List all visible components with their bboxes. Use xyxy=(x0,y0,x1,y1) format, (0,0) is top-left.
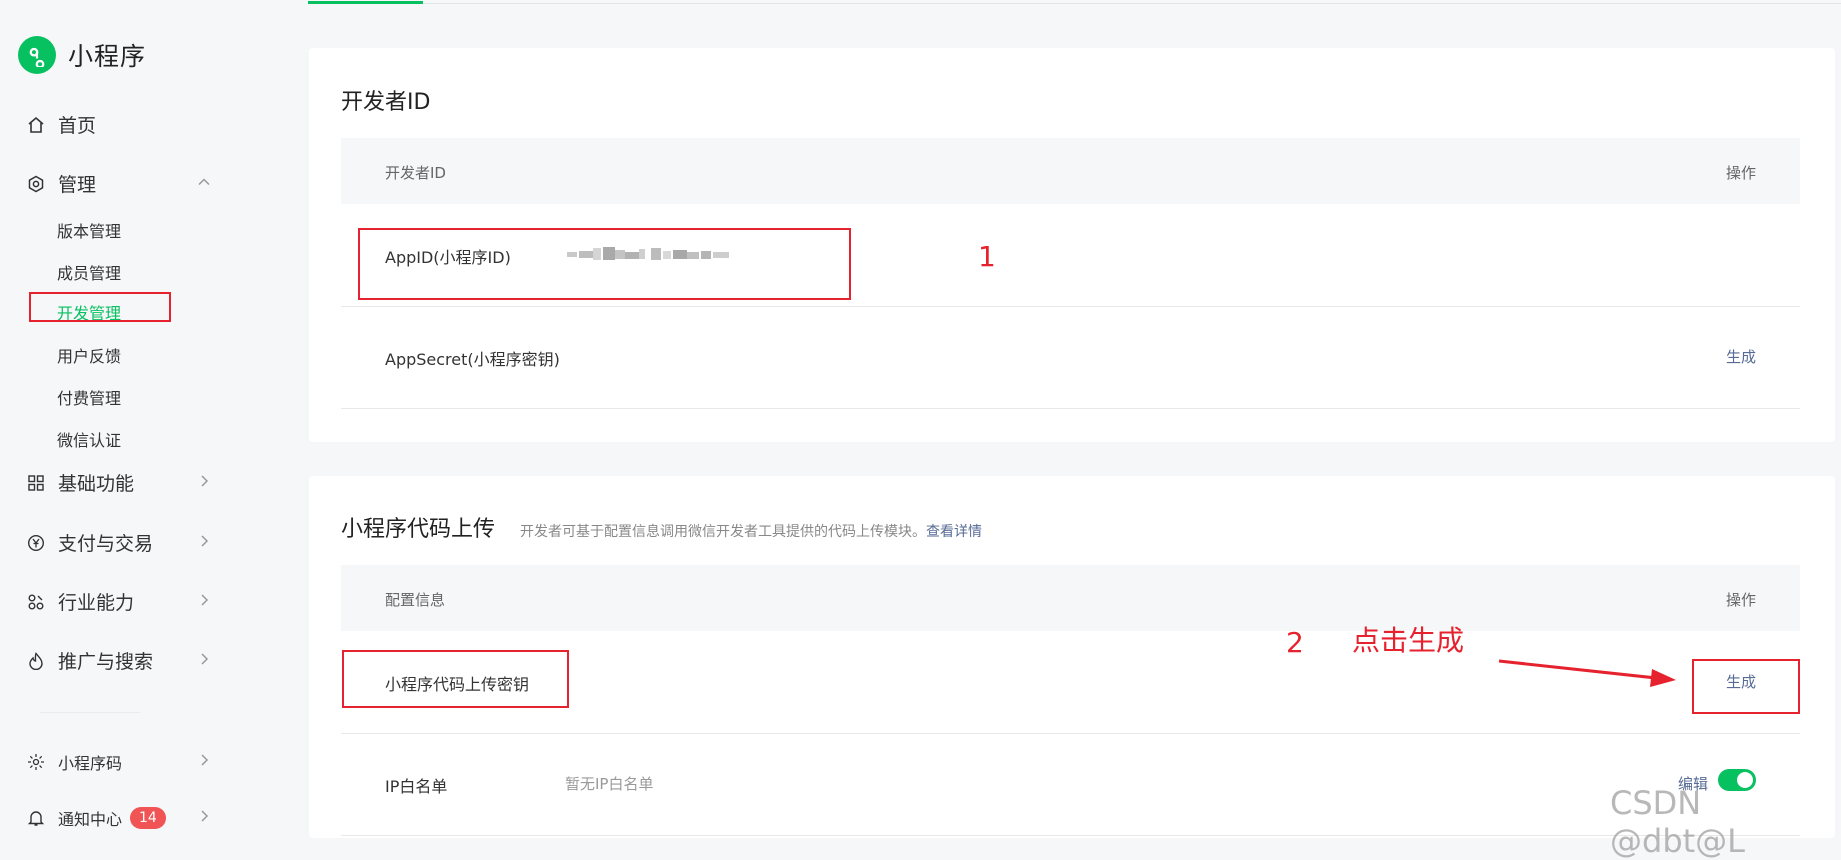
notification-count-badge: 14 xyxy=(130,807,166,829)
sidebar-item-label: 首页 xyxy=(58,115,97,137)
card-title: 开发者ID xyxy=(341,90,431,115)
app-logo[interactable]: 小程序 xyxy=(18,36,146,74)
sidebar-subitem-paid[interactable]: 付费管理 xyxy=(57,385,121,409)
chevron-up-icon xyxy=(198,178,210,186)
card-description-text: 开发者可基于配置信息调用微信开发者工具提供的代码上传模块。 xyxy=(520,524,927,540)
sidebar-subitem-members[interactable]: 成员管理 xyxy=(57,260,121,284)
sidebar-divider xyxy=(40,712,140,713)
chevron-right-icon xyxy=(201,594,209,606)
sidebar-item-label: 通知中心 xyxy=(58,810,123,829)
chevron-right-icon xyxy=(201,810,209,822)
industry-nodes-icon xyxy=(26,592,46,612)
sidebar-item-notify[interactable]: 通知中心 14 xyxy=(26,806,209,830)
sidebar-item-qrcode[interactable]: 小程序码 xyxy=(26,750,209,774)
annotation-box-dev-manage xyxy=(29,292,171,322)
grid-icon xyxy=(26,473,46,493)
sidebar-item-label: 基础功能 xyxy=(58,473,135,495)
sidebar-subitem-wechat-verify[interactable]: 微信认证 xyxy=(57,427,121,451)
sidebar-item-label: 推广与搜索 xyxy=(58,651,154,673)
card-title-row: 小程序代码上传 开发者可基于配置信息调用微信开发者工具提供的代码上传模块。查看详… xyxy=(341,511,982,543)
table-row-appsecret: AppSecret(小程序密钥) 生成 xyxy=(341,306,1800,409)
top-tab-bar-border xyxy=(308,3,1841,4)
sidebar-item-industry[interactable]: 行业能力 xyxy=(26,588,209,615)
chevron-right-icon xyxy=(201,754,209,766)
bell-icon xyxy=(26,808,46,828)
table-header: 开发者ID 操作 xyxy=(341,138,1800,204)
sidebar-item-promo[interactable]: 推广与搜索 xyxy=(26,647,209,674)
annotation-box-generate xyxy=(1692,659,1800,714)
sidebar-subitem-feedback[interactable]: 用户反馈 xyxy=(57,343,121,367)
annotation-step-2-text: 点击生成 xyxy=(1352,624,1465,657)
home-icon xyxy=(26,115,46,135)
annotation-box-appid xyxy=(358,228,851,300)
chevron-right-icon xyxy=(201,475,209,487)
sidebar-item-pay[interactable]: 支付与交易 xyxy=(26,529,209,556)
flame-icon xyxy=(26,651,46,671)
annotation-box-upload-key xyxy=(342,650,569,708)
chevron-right-icon xyxy=(201,653,209,665)
card-title: 小程序代码上传 xyxy=(341,517,496,542)
active-tab-indicator xyxy=(308,1,423,4)
sidebar-item-manage[interactable]: 管理 xyxy=(26,170,210,197)
sidebar-item-home[interactable]: 首页 xyxy=(26,111,96,138)
row-label: AppSecret(小程序密钥) xyxy=(385,350,560,369)
ip-whitelist-value: 暂无IP白名单 xyxy=(565,775,654,793)
table-row-ip-whitelist: IP白名单 暂无IP白名单 编辑 xyxy=(341,733,1800,836)
yen-icon xyxy=(26,533,46,553)
sidebar-item-label: 管理 xyxy=(58,174,97,196)
view-details-link[interactable]: 查看详情 xyxy=(926,524,982,540)
sidebar: 小程序 首页 管理 版本管理 成员管理 开发管理 用户反馈 付费管理 微信认证 … xyxy=(0,0,280,838)
sidebar-item-label: 行业能力 xyxy=(58,592,135,614)
sun-code-icon xyxy=(26,752,46,772)
table-header: 配置信息 操作 xyxy=(341,565,1800,631)
card-description: 开发者可基于配置信息调用微信开发者工具提供的代码上传模块。查看详情 xyxy=(520,524,982,540)
sidebar-item-label: 支付与交易 xyxy=(58,533,154,555)
annotation-arrow-icon xyxy=(1498,659,1676,687)
column-header: 开发者ID xyxy=(385,164,446,182)
generate-appsecret-button[interactable]: 生成 xyxy=(1726,346,1756,367)
column-header: 配置信息 xyxy=(385,591,446,609)
app-name: 小程序 xyxy=(68,42,147,71)
sidebar-item-label: 小程序码 xyxy=(58,754,123,773)
watermark: CSDN @dbt@L xyxy=(1610,784,1745,860)
column-header: 操作 xyxy=(1725,591,1756,609)
miniprogram-logo-icon xyxy=(18,36,56,74)
annotation-step-2: 2 xyxy=(1286,626,1304,659)
chevron-right-icon xyxy=(201,535,209,547)
sidebar-subitem-version[interactable]: 版本管理 xyxy=(57,218,121,242)
annotation-step-1: 1 xyxy=(978,240,996,273)
sidebar-item-basic[interactable]: 基础功能 xyxy=(26,469,209,496)
row-label: IP白名单 xyxy=(385,777,448,796)
settings-hexagon-icon xyxy=(26,174,46,194)
column-header: 操作 xyxy=(1725,164,1756,182)
